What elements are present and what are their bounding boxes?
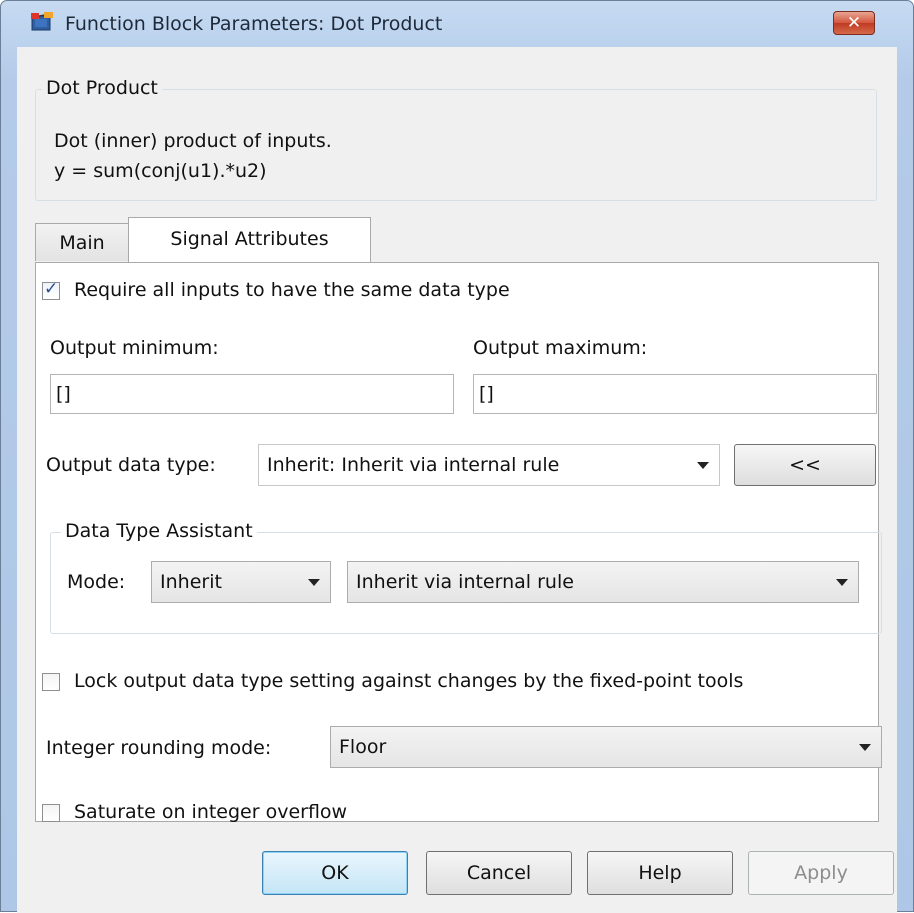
description-line-2: y = sum(conj(u1).*u2)	[54, 160, 267, 182]
inherit-rule-value: Inherit via internal rule	[356, 571, 574, 593]
lock-output-label: Lock output data type setting against ch…	[74, 670, 744, 692]
output-maximum-label: Output maximum:	[473, 337, 648, 359]
block-description-group: Dot Product Dot (inner) product of input…	[35, 77, 877, 201]
rounding-mode-label: Integer rounding mode:	[46, 737, 272, 759]
tab-signal-attributes[interactable]: Signal Attributes	[128, 217, 371, 263]
output-data-type-label: Output data type:	[46, 454, 216, 476]
simulink-block-icon	[31, 12, 53, 31]
mode-value: Inherit	[160, 571, 222, 593]
require-same-type-checkbox[interactable]: ✓	[42, 279, 60, 300]
dialog-window: Function Block Parameters: Dot Product ✕…	[0, 0, 914, 913]
chevron-down-icon	[308, 579, 320, 586]
saturate-label: Saturate on integer overflow	[74, 801, 348, 823]
chevron-down-icon	[859, 744, 871, 751]
title-bar[interactable]: Function Block Parameters: Dot Product ✕	[1, 1, 913, 45]
rounding-mode-select[interactable]: Floor	[330, 726, 882, 768]
cancel-button[interactable]: Cancel	[426, 851, 572, 895]
output-data-type-select[interactable]: Inherit: Inherit via internal rule	[258, 444, 720, 486]
mode-select[interactable]: Inherit	[151, 561, 331, 603]
chevron-down-icon	[697, 462, 709, 469]
data-type-assistant-group: Data Type Assistant Mode: Inherit Inheri…	[50, 520, 882, 634]
output-minimum-field[interactable]: []	[50, 374, 454, 414]
apply-button[interactable]: Apply	[748, 851, 894, 895]
close-button[interactable]: ✕	[833, 11, 875, 35]
data-type-assistant-toggle-button[interactable]: <<	[734, 444, 876, 486]
dialog-client-area: Dot Product Dot (inner) product of input…	[17, 47, 897, 913]
inherit-rule-select[interactable]: Inherit via internal rule	[347, 561, 859, 603]
chevron-down-icon	[836, 579, 848, 586]
require-same-type-label: Require all inputs to have the same data…	[74, 279, 510, 301]
data-type-assistant-legend: Data Type Assistant	[61, 520, 257, 542]
block-name-legend: Dot Product	[42, 77, 162, 99]
lock-output-checkbox[interactable]	[42, 673, 60, 691]
mode-label: Mode:	[67, 571, 126, 593]
saturate-checkbox[interactable]	[42, 804, 60, 822]
signal-attributes-panel: ✓ Require all inputs to have the same da…	[35, 262, 882, 823]
close-icon: ✕	[846, 13, 862, 33]
tab-main[interactable]: Main	[35, 223, 129, 261]
output-minimum-label: Output minimum:	[50, 337, 219, 359]
output-maximum-field[interactable]: []	[473, 374, 877, 414]
checkmark-icon: ✓	[44, 279, 59, 299]
ok-button[interactable]: OK	[262, 851, 408, 895]
description-line-1: Dot (inner) product of inputs.	[54, 130, 332, 152]
rounding-mode-value: Floor	[339, 736, 387, 758]
output-data-type-value: Inherit: Inherit via internal rule	[267, 454, 560, 476]
window-title: Function Block Parameters: Dot Product	[65, 13, 443, 35]
help-button[interactable]: Help	[587, 851, 733, 895]
